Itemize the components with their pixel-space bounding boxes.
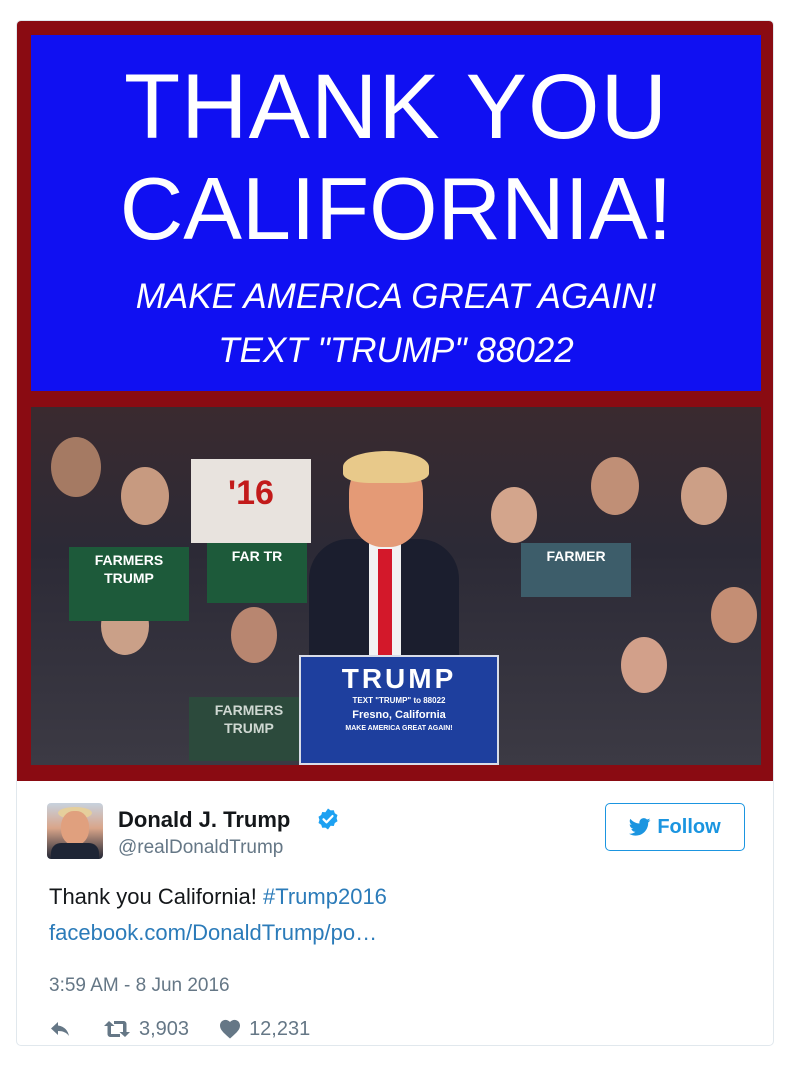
crowd-figure: [491, 487, 537, 543]
tweet-actions: 3,903 12,231: [49, 1017, 340, 1041]
crowd-figure: [121, 467, 169, 525]
banner-line-4: TEXT "TRUMP" 88022: [218, 331, 574, 370]
farmers-sign-center: FAR TR: [207, 543, 307, 603]
avatar-suit: [51, 843, 99, 859]
crowd-figure: [591, 457, 639, 515]
farmers-sign-right: FARMER: [521, 543, 631, 597]
tweet-body: Donald J. Trump @realDonaldTrump Follow …: [17, 781, 773, 1045]
retweet-count: 3,903: [139, 1017, 190, 1040]
facebook-link[interactable]: facebook.com/DonaldTrump/po…: [49, 915, 387, 951]
podium-slogan: MAKE AMERICA GREAT AGAIN!: [345, 725, 453, 732]
crowd-figure: [681, 467, 727, 525]
tweet-card: THANK YOU CALIFORNIA! MAKE AMERICA GREAT…: [16, 20, 774, 1046]
tweet-message: Thank you California!: [49, 884, 263, 909]
avatar[interactable]: [47, 803, 103, 859]
avatar-face: [61, 811, 89, 845]
reply-action[interactable]: [49, 1019, 73, 1039]
back-sign: '16: [191, 459, 311, 543]
crowd-figure: [711, 587, 757, 643]
crowd-figure: [51, 437, 101, 497]
follow-label: Follow: [657, 815, 721, 838]
author-handle[interactable]: @realDonaldTrump: [118, 837, 283, 859]
farmers-sign-bottom: FARMERS TRUMP: [189, 697, 309, 761]
rally-photo: '16 FARMERS TRUMP FAR TR FARMERS TRUMP F…: [31, 407, 761, 765]
tweet-media[interactable]: THANK YOU CALIFORNIA! MAKE AMERICA GREAT…: [17, 21, 773, 781]
farmers-sign-left: FARMERS TRUMP: [69, 547, 189, 621]
podium-sign: TRUMP TEXT "TRUMP" to 88022 Fresno, Cali…: [299, 655, 499, 765]
reply-icon: [51, 1022, 69, 1036]
podium-location: Fresno, California: [352, 709, 446, 721]
twitter-bird-icon: [629, 818, 651, 836]
banner-line-3: MAKE AMERICA GREAT AGAIN!: [135, 277, 657, 316]
speaker-tie: [378, 549, 392, 659]
hashtag-link[interactable]: #Trump2016: [263, 884, 387, 909]
tweet-text-line: Thank you California! #Trump2016: [49, 879, 387, 915]
crowd-figure: [231, 607, 277, 663]
podium-title: TRUMP: [341, 663, 457, 694]
verified-badge-icon: [318, 808, 338, 830]
crowd-figure: [621, 637, 667, 693]
heart-icon: [220, 1019, 241, 1039]
tweet-timestamp[interactable]: 3:59 AM - 8 Jun 2016: [49, 975, 230, 997]
speaker-hair: [343, 451, 429, 483]
banner-line-1: THANK YOU: [123, 56, 669, 158]
author-name[interactable]: Donald J. Trump: [118, 807, 290, 833]
banner-line-2: CALIFORNIA!: [119, 159, 673, 258]
retweet-action[interactable]: 3,903: [103, 1018, 189, 1041]
tweet-text: Thank you California! #Trump2016 faceboo…: [49, 879, 387, 951]
retweet-icon: [104, 1021, 130, 1037]
like-count: 12,231: [249, 1017, 311, 1040]
like-action[interactable]: 12,231: [219, 1018, 310, 1041]
thank-you-banner: THANK YOU CALIFORNIA! MAKE AMERICA GREAT…: [31, 35, 761, 391]
follow-button[interactable]: Follow: [605, 803, 745, 851]
podium-text: TEXT "TRUMP" to 88022: [352, 696, 446, 705]
